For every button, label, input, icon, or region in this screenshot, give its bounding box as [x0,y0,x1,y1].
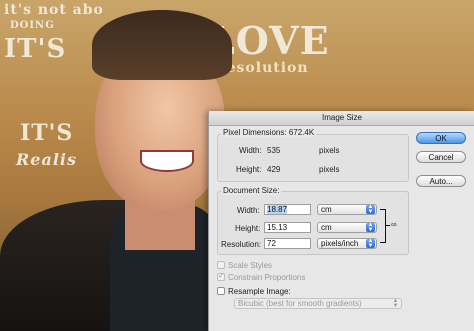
resolution-label: Resolution: [221,240,262,249]
poster-text: Realis [16,150,78,169]
doc-height-unit: cm [321,223,332,232]
resolution-value: 72 [267,239,276,248]
poster-text: IT'S [20,120,74,146]
pixel-dimensions-size: 672.4K [288,128,315,137]
doc-width-unit-select[interactable]: cm ▲ ▼ [317,204,377,215]
constrain-proportions-checkbox[interactable] [217,271,225,281]
constrain-proportions-label: Constrain Proportions [228,273,306,282]
smile [140,150,194,172]
resolution-unit-select[interactable]: pixels/inch ▲ ▼ [317,238,377,249]
doc-height-label: Height: [235,224,261,233]
updown-arrows-icon: ▲ ▼ [392,298,399,309]
poster-text: DOING [10,20,55,31]
resample-method-value: Bicubic (best for smooth gradients) [238,299,362,308]
pixel-height-unit: pixels [319,165,340,174]
doc-height-value: 15.13 [267,223,288,232]
doc-width-input[interactable]: 18.87 [264,204,311,215]
document-size-title: Document Size: [221,186,282,195]
pixel-height-value: 429 [267,165,281,174]
pixel-dimensions-group [217,134,409,182]
doc-width-unit: cm [321,205,332,214]
constrain-bracket [380,209,386,243]
resample-method-select[interactable]: Bicubic (best for smooth gradients) ▲ ▼ [234,298,402,309]
updown-arrows-icon: ▲ ▼ [366,222,375,233]
ok-button[interactable]: OK [416,132,466,144]
pixel-width-label: Width: [239,146,262,155]
poster-text: it's not abo [4,2,104,18]
resolution-unit: pixels/inch [321,239,359,248]
doc-width-value: 18.87 [267,205,288,214]
auto-button[interactable]: Auto... [416,175,466,187]
hair [92,10,232,80]
resample-image-label: Resample Image: [228,287,291,296]
pixel-width-value: 535 [267,146,281,155]
updown-arrows-icon: ▲ ▼ [366,204,375,215]
scale-styles-checkbox[interactable] [217,261,225,269]
pixel-dimensions-title: Pixel Dimensions: 672.4K [221,128,317,137]
doc-height-unit-select[interactable]: cm ▲ ▼ [317,222,377,233]
cancel-button[interactable]: Cancel [416,151,466,163]
doc-height-input[interactable]: 15.13 [264,222,311,233]
updown-arrows-icon: ▲ ▼ [366,238,375,249]
constrain-bracket-tick [385,225,390,226]
pixel-dimensions-label: Pixel Dimensions: [223,128,287,137]
doc-width-label: Width: [237,206,260,215]
resample-image-checkbox[interactable] [217,287,225,295]
image-size-dialog: Image Size Pixel Dimensions: 672.4K Widt… [208,111,474,331]
pixel-width-unit: pixels [319,146,340,155]
scale-styles-label: Scale Styles [228,261,273,270]
pixel-height-label: Height: [236,165,262,174]
poster-text: IT'S [4,34,67,64]
resolution-input[interactable]: 72 [264,238,311,249]
dialog-title: Image Size [209,111,474,126]
chain-link-icon: ∞ [391,220,397,229]
